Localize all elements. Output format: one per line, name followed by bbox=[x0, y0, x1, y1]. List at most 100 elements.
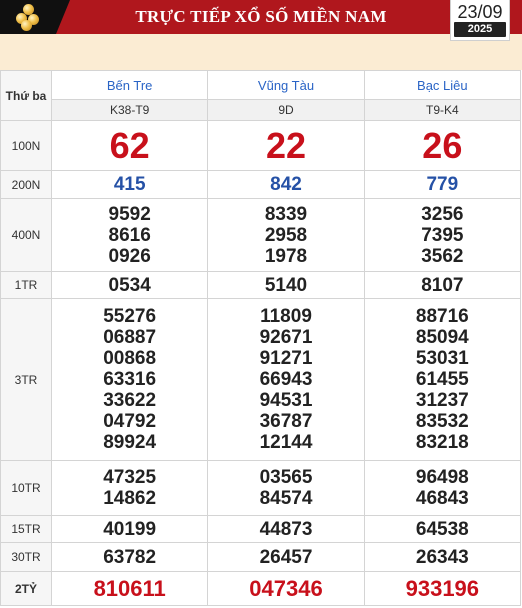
prize-number: 36787 bbox=[259, 411, 313, 432]
header-band bbox=[0, 34, 522, 70]
prize-cell: 8339 2958 1978 bbox=[207, 198, 365, 272]
prize-number: 11809 bbox=[260, 306, 312, 327]
province-code: K38-T9 bbox=[50, 99, 209, 121]
prize-number: 415 bbox=[113, 173, 146, 195]
prize-number: 0534 bbox=[108, 274, 151, 296]
prize-label: 3TR bbox=[0, 298, 52, 461]
prize-cell: 933196 bbox=[363, 571, 522, 606]
lottery-balls-icon bbox=[10, 3, 50, 31]
prize-number: 96498 bbox=[415, 467, 469, 488]
prize-cell: 3256 7395 3562 bbox=[363, 198, 522, 272]
prize-cell: 03565 84574 bbox=[207, 460, 365, 516]
prize-label: 15TR bbox=[0, 515, 52, 543]
prize-cell: 88716 85094 53031 61455 31237 83532 83218 bbox=[363, 298, 522, 461]
prize-number: 8107 bbox=[421, 274, 464, 296]
prize-row: 15TR 40199 44873 64538 bbox=[0, 515, 522, 543]
prize-label: 200N bbox=[0, 170, 52, 199]
prize-number: 04792 bbox=[103, 411, 157, 432]
prize-label: 30TR bbox=[0, 542, 52, 572]
prize-number: 8339 bbox=[264, 203, 308, 225]
prize-number: 89924 bbox=[103, 432, 157, 453]
prize-number: 26457 bbox=[259, 546, 313, 568]
prize-row: 2TỶ 810611 047346 933196 bbox=[0, 571, 522, 606]
prize-row: 100N 62 22 26 bbox=[0, 120, 522, 171]
prize-cell: 96498 46843 bbox=[363, 460, 522, 516]
prize-cell: 415 bbox=[50, 170, 209, 199]
prize-number: 047346 bbox=[249, 575, 323, 601]
prize-number: 63316 bbox=[103, 369, 157, 390]
prize-row: 3TR 55276 06887 00868 63316 33622 04792 89924 11… bbox=[0, 298, 522, 461]
prize-number: 1978 bbox=[264, 245, 308, 267]
prize-number: 00868 bbox=[103, 348, 157, 369]
prize-number: 66943 bbox=[259, 369, 313, 390]
prize-cell: 64538 bbox=[363, 515, 522, 543]
header-bar: TRỰC TIẾP XỔ SỐ MIỀN NAM 23/09 2025 bbox=[0, 0, 522, 41]
prize-cell: 810611 bbox=[50, 571, 209, 606]
province-name[interactable]: Vũng Tàu bbox=[207, 70, 365, 100]
prize-label: 400N bbox=[0, 198, 52, 272]
prize-number: 14862 bbox=[103, 488, 157, 509]
prize-label: 2TỶ bbox=[0, 571, 52, 606]
prize-row: 10TR 47325 14862 03565 84574 96498 46843 bbox=[0, 460, 522, 516]
prize-label: 1TR bbox=[0, 271, 52, 299]
prize-cell: 779 bbox=[363, 170, 522, 199]
prize-number: 46843 bbox=[415, 488, 469, 509]
page-title: TRỰC TIẾP XỔ SỐ MIỀN NAM bbox=[135, 7, 387, 26]
prize-label: 10TR bbox=[0, 460, 52, 516]
date-day-month: 23/09 bbox=[457, 2, 503, 22]
prize-number: 64538 bbox=[415, 518, 469, 540]
prize-number: 83218 bbox=[415, 432, 469, 453]
prize-cell: 44873 bbox=[207, 515, 365, 543]
prize-cell: 842 bbox=[207, 170, 365, 199]
prize-cell: 5140 bbox=[207, 271, 365, 299]
prize-number: 3256 bbox=[421, 203, 464, 225]
prize-cell: 40199 bbox=[50, 515, 209, 543]
prize-cell: 11809 92671 91271 66943 94531 36787 12144 bbox=[207, 298, 365, 461]
prize-number: 810611 bbox=[93, 575, 166, 601]
prize-label: 100N bbox=[0, 120, 52, 171]
prize-number: 5140 bbox=[264, 274, 308, 296]
prize-cell: 63782 bbox=[50, 542, 209, 572]
results-table: Thứ ba Bến Tre Vũng Tàu Bạc Liêu K38-T9 … bbox=[0, 70, 522, 606]
prize-number: 26 bbox=[422, 124, 463, 166]
prize-number: 33622 bbox=[103, 390, 157, 411]
prize-cell: 47325 14862 bbox=[50, 460, 209, 516]
prize-row: 400N 9592 8616 0926 8339 2958 1978 3256 7395 3562 bbox=[0, 198, 522, 272]
prize-row: 30TR 63782 26457 26343 bbox=[0, 542, 522, 572]
prize-number: 22 bbox=[265, 124, 307, 166]
prize-number: 7395 bbox=[421, 224, 464, 246]
province-name[interactable]: Bạc Liêu bbox=[363, 70, 522, 100]
code-row: K38-T9 9D T9-K4 bbox=[1, 99, 522, 121]
prize-number: 40199 bbox=[103, 518, 157, 540]
prize-number: 03565 bbox=[259, 467, 313, 488]
prize-row: 200N 415 842 779 bbox=[0, 170, 522, 199]
prize-number: 84574 bbox=[259, 488, 313, 509]
date-year: 2025 bbox=[454, 22, 506, 37]
prize-cell: 8107 bbox=[363, 271, 522, 299]
prize-cell: 26457 bbox=[207, 542, 365, 572]
prize-cell: 26 bbox=[363, 120, 522, 171]
prize-number: 62 bbox=[109, 124, 150, 166]
prize-cell: 047346 bbox=[207, 571, 365, 606]
prize-row: 1TR 0534 5140 8107 bbox=[0, 271, 522, 299]
prize-number: 933196 bbox=[405, 575, 480, 601]
prize-number: 12144 bbox=[259, 432, 313, 453]
prize-number: 31237 bbox=[415, 390, 469, 411]
province-code: 9D bbox=[207, 99, 365, 121]
prize-number: 94531 bbox=[259, 390, 313, 411]
prize-number: 63782 bbox=[103, 546, 157, 568]
prize-number: 8616 bbox=[108, 224, 151, 246]
prize-number: 06887 bbox=[103, 327, 157, 348]
prize-number: 55276 bbox=[103, 306, 157, 327]
prize-number: 44873 bbox=[259, 518, 313, 540]
province-name[interactable]: Bến Tre bbox=[50, 70, 209, 100]
prize-number: 26343 bbox=[415, 546, 469, 568]
prize-cell: 62 bbox=[50, 120, 209, 171]
prize-number: 3562 bbox=[421, 245, 464, 267]
prize-cell: 0534 bbox=[50, 271, 209, 299]
date-badge: 23/09 2025 bbox=[450, 0, 510, 41]
prize-number: 88716 bbox=[415, 306, 469, 327]
prize-number: 2958 bbox=[264, 224, 308, 246]
prize-number: 47325 bbox=[103, 467, 157, 488]
prize-number: 53031 bbox=[415, 348, 469, 369]
